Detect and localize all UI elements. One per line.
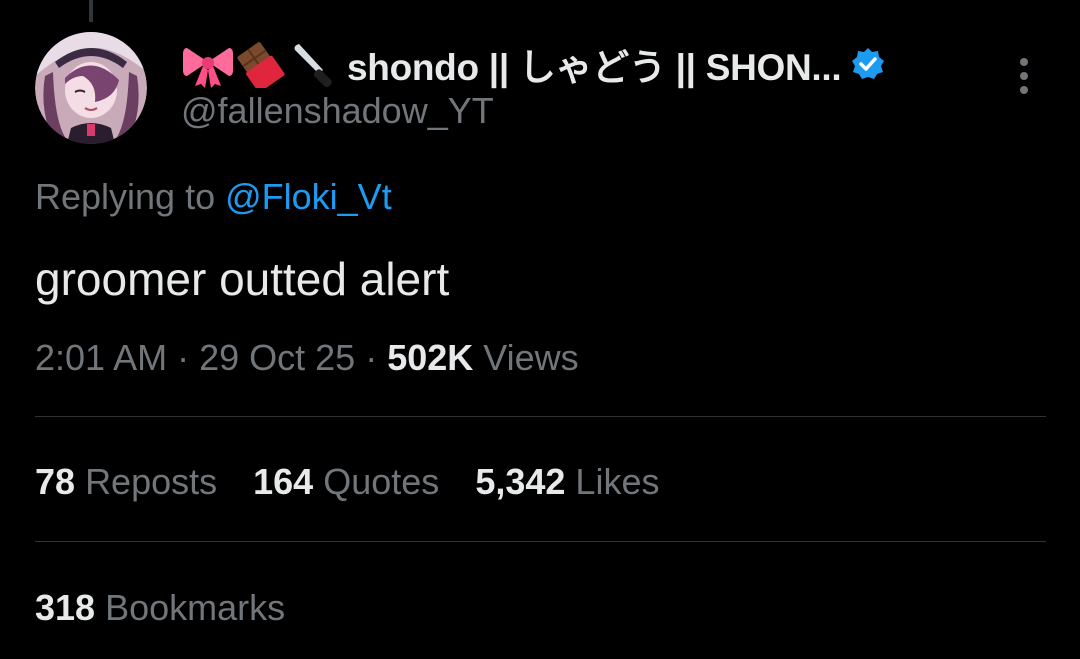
- knife-icon: [289, 40, 343, 88]
- bookmarks-count: 318: [35, 587, 96, 628]
- avatar[interactable]: [35, 32, 147, 144]
- views-label[interactable]: Views: [483, 337, 578, 378]
- thread-connector-line: [89, 0, 93, 22]
- tweet-time[interactable]: 2:01 AM: [35, 337, 167, 378]
- vertical-dots-icon: [1020, 58, 1028, 94]
- quotes-stat[interactable]: 164 Quotes: [253, 461, 439, 503]
- replying-to-label: Replying to: [35, 176, 226, 217]
- likes-label: Likes: [575, 461, 660, 502]
- author-header[interactable]: shondo || しゃどう || SHON...: [181, 37, 885, 93]
- divider: [35, 416, 1046, 417]
- verified-badge-icon[interactable]: [851, 47, 885, 81]
- meta-separator: ·: [355, 337, 388, 378]
- replying-to: Replying to @Floki_Vt: [35, 176, 392, 218]
- ribbon-icon: [181, 40, 235, 88]
- reply-mention-link[interactable]: @Floki_Vt: [225, 176, 392, 217]
- engagement-stats: 78 Reposts 164 Quotes 5,342 Likes: [35, 461, 695, 503]
- author-display-name[interactable]: shondo || しゃどう || SHON...: [347, 37, 842, 91]
- likes-stat[interactable]: 5,342 Likes: [475, 461, 659, 503]
- likes-count: 5,342: [475, 461, 566, 502]
- reposts-label: Reposts: [85, 461, 218, 502]
- chocolate-bar-icon: [235, 40, 289, 93]
- quotes-count: 164: [253, 461, 314, 502]
- reposts-count: 78: [35, 461, 76, 502]
- reposts-stat[interactable]: 78 Reposts: [35, 461, 217, 503]
- avatar-image: [35, 32, 147, 144]
- views-count[interactable]: 502K: [387, 337, 473, 378]
- bookmarks-stat[interactable]: 318 Bookmarks: [35, 587, 285, 629]
- divider: [35, 541, 1046, 542]
- bookmarks-label: Bookmarks: [105, 587, 286, 628]
- tweet-text: groomer outted alert: [35, 253, 450, 305]
- author-handle[interactable]: @fallenshadow_YT: [181, 90, 494, 132]
- tweet-date[interactable]: 29 Oct 25: [199, 337, 355, 378]
- more-options-button[interactable]: [1006, 56, 1042, 96]
- meta-separator: ·: [167, 337, 200, 378]
- tweet-meta: 2:01 AM · 29 Oct 25 · 502K Views: [35, 337, 579, 379]
- quotes-label: Quotes: [323, 461, 440, 502]
